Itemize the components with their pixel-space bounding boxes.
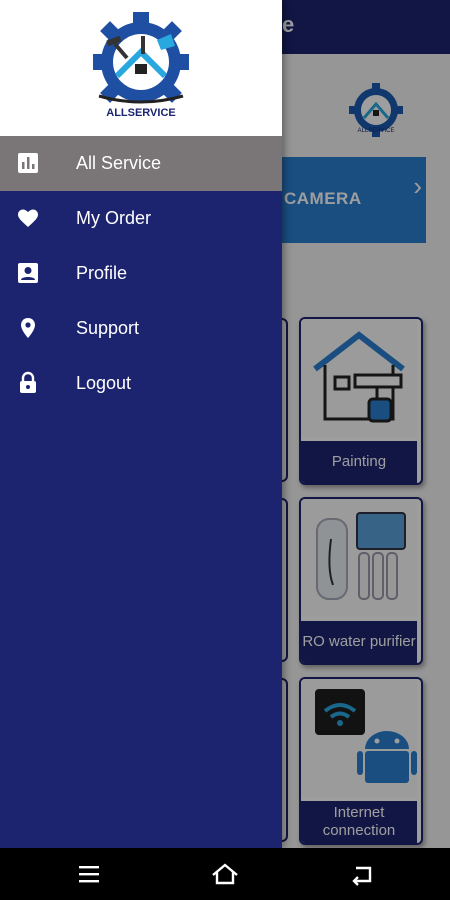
menu-item-logout[interactable]: Logout	[0, 356, 282, 411]
menu-item-my-order[interactable]: My Order	[0, 191, 282, 246]
system-nav-bar	[0, 848, 450, 900]
screen: e ALLSERVICE CAMERA › Painting RO water …	[0, 0, 450, 848]
allservice-logo-icon: ALLSERVICE	[93, 12, 189, 119]
menu-item-label: Logout	[76, 373, 132, 393]
bar-chart-icon	[18, 153, 38, 173]
drawer-menu: All Service My Order Profile Support Log…	[0, 136, 282, 411]
menu-icon[interactable]	[73, 860, 105, 888]
menu-item-label: Profile	[76, 263, 128, 283]
menu-item-label: My Order	[76, 208, 152, 228]
account-box-icon	[18, 263, 38, 283]
location-pin-icon	[21, 318, 35, 338]
lock-icon	[20, 371, 36, 393]
menu-item-profile[interactable]: Profile	[0, 246, 282, 301]
menu-item-support[interactable]: Support	[0, 301, 282, 356]
menu-item-label: Support	[76, 318, 140, 338]
drawer-logo-text: ALLSERVICE	[106, 107, 175, 119]
heart-icon	[18, 209, 38, 227]
navigation-drawer: ALLSERVICE All Service My Order Profile …	[0, 0, 282, 848]
drawer-header: ALLSERVICE	[0, 0, 282, 136]
menu-item-label: All Service	[76, 153, 162, 173]
menu-item-all-service[interactable]: All Service	[0, 136, 282, 191]
back-icon[interactable]	[346, 860, 378, 888]
home-icon[interactable]	[209, 860, 241, 888]
